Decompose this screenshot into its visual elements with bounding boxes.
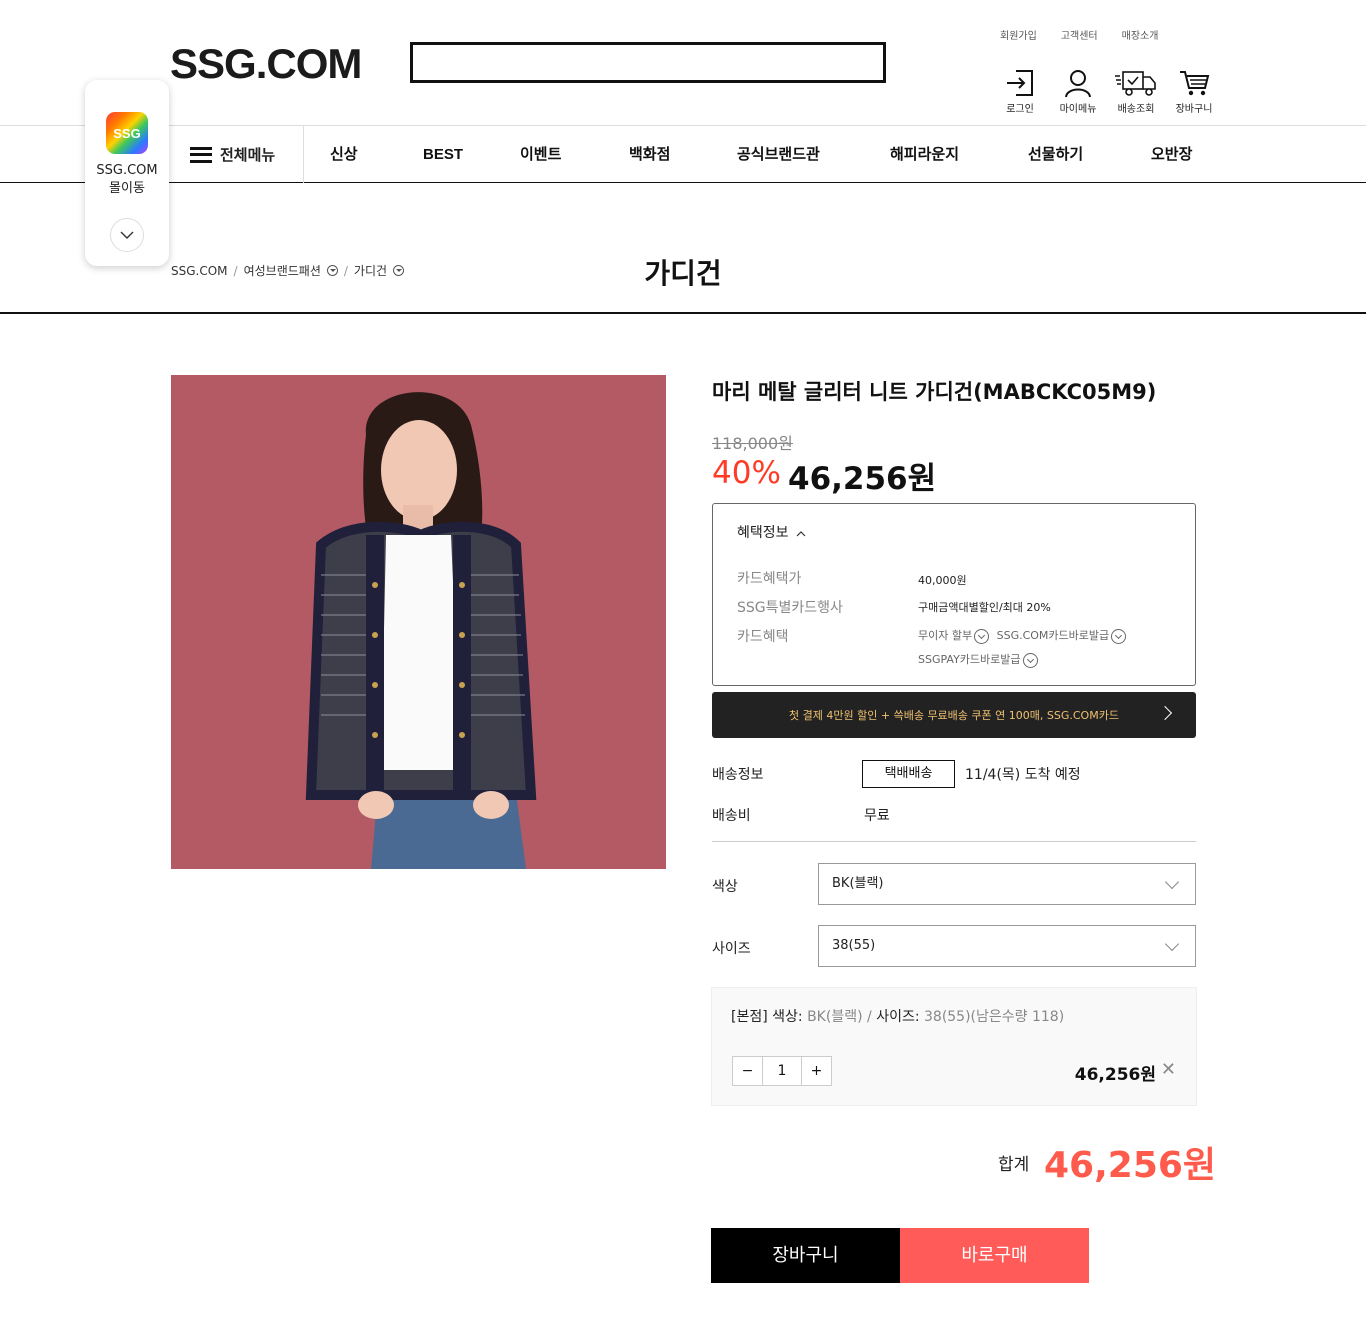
nav-item-gift[interactable]: 선물하기: [1028, 126, 1083, 183]
benefit-links-row2: SSGPAY카드바로발급: [918, 651, 1042, 668]
category-title: 가디건: [644, 257, 722, 290]
nav-item-happy-lounge[interactable]: 해피라운지: [890, 126, 959, 183]
benefit-toggle[interactable]: 혜택정보: [737, 522, 806, 542]
nav-item-obanjang[interactable]: 오반장: [1151, 126, 1192, 183]
benefit-label-card-price: 카드혜택가: [737, 571, 802, 587]
login-label: 로그인: [1006, 104, 1034, 115]
color-label: 색상: [712, 879, 738, 895]
nav-item-department[interactable]: 백화점: [629, 126, 670, 183]
benefit-value-ssg-card-event: 구매금액대별할인/최대 20%: [918, 601, 1051, 614]
benefit-label-ssg-card-event: SSG특별카드행사: [737, 600, 843, 616]
benefit-value-card-price: 40,000원: [918, 574, 967, 587]
selected-color-value: BK(블랙): [807, 1009, 863, 1025]
cart-button[interactable]: 장바구니: [1169, 68, 1219, 115]
chevron-down-icon[interactable]: [1111, 628, 1127, 644]
mymenu-button[interactable]: 마이메뉴: [1053, 68, 1103, 115]
shipping-label: 배송정보: [712, 767, 764, 783]
shipping-fee-label: 배송비: [712, 808, 751, 824]
chevron-down-icon: [1164, 936, 1180, 952]
divider: [0, 312, 1366, 314]
selected-option-panel: [본점] 색상: BK(블랙) / 사이즈: 38(55)(남은수량 118) …: [711, 987, 1197, 1106]
ssg-app-icon: SSG: [106, 112, 148, 154]
promo-text: 첫 결제 4만원 할인 + 쓱배송 무료배송 쿠폰 연 100매, SSG.CO…: [789, 709, 1119, 722]
benefit-label-card-benefit: 카드혜택: [737, 629, 789, 645]
cart-label: 장바구니: [1175, 104, 1213, 115]
delivery-track-button[interactable]: 배송조회: [1111, 68, 1161, 115]
divider: [712, 841, 1196, 842]
mall-switch-label-1: SSG.COM: [96, 163, 158, 178]
store-info-link[interactable]: 매장소개: [1122, 27, 1159, 42]
mall-switch-label: SSG.COM 몰이동: [96, 162, 157, 198]
mall-switch-label-2: 몰이동: [109, 181, 145, 196]
size-select-value: 38(55): [832, 938, 876, 953]
all-menu-button[interactable]: 전체메뉴: [190, 126, 304, 183]
selected-option-text: [본점] 색상: BK(블랙) / 사이즈: 38(55)(남은수량 118): [731, 1006, 1064, 1026]
selected-color-key: 색상:: [772, 1009, 803, 1025]
selected-price: 46,256원: [1074, 1065, 1156, 1085]
mall-switch-widget[interactable]: SSG SSG.COM 몰이동: [85, 80, 169, 266]
ssgpay-card-link[interactable]: SSGPAY카드바로발급: [918, 653, 1021, 666]
chevron-right-icon: [1157, 705, 1173, 721]
utility-icons: 로그인 마이메뉴 배송조회 장바구니: [995, 68, 1219, 115]
selected-size-key: 사이즈:: [876, 1009, 920, 1025]
delivery-truck-icon: [1115, 71, 1156, 96]
login-button[interactable]: 로그인: [995, 68, 1045, 115]
benefit-header: 혜택정보: [737, 525, 789, 541]
chevron-down-icon: [1164, 874, 1180, 890]
benefit-links-row1: 무이자 할부 SSG.COM카드바로발급: [918, 627, 1130, 644]
discount-rate: 40%: [712, 455, 781, 491]
color-select-value: BK(블랙): [832, 876, 884, 891]
qty-input[interactable]: 1: [762, 1057, 802, 1085]
size-select[interactable]: 38(55): [818, 925, 1196, 967]
site-logo[interactable]: SSG.COM: [170, 40, 362, 88]
add-to-cart-button[interactable]: 장바구니: [711, 1228, 900, 1283]
search-input[interactable]: [410, 42, 886, 83]
product-image[interactable]: [171, 375, 666, 869]
chevron-up-icon: [796, 531, 806, 537]
user-icon: [1065, 70, 1091, 98]
quantity-stepper: − 1 +: [732, 1056, 832, 1086]
utility-links: 회원가입 고객센터 매장소개: [1000, 27, 1158, 42]
signup-link[interactable]: 회원가입: [1000, 27, 1037, 42]
hamburger-icon: [190, 146, 212, 163]
benefit-panel: 혜택정보 카드혜택가 40,000원 SSG특별카드행사 구매금액대별할인/최대…: [712, 503, 1196, 686]
original-price: 118,000원: [712, 434, 793, 453]
mymenu-label: 마이메뉴: [1059, 104, 1097, 115]
main-nav: 전체메뉴 신상 BEST 이벤트 백화점 공식브랜드관 해피라운지 선물하기 오…: [0, 125, 1366, 183]
nav-item-new[interactable]: 신상: [330, 126, 358, 183]
total-price: 46,256원: [1044, 1145, 1217, 1186]
delivery-track-label: 배송조회: [1117, 104, 1155, 115]
total-label: 합계: [998, 1155, 1030, 1175]
nav-item-best[interactable]: BEST: [423, 126, 463, 183]
qty-plus-button[interactable]: +: [802, 1057, 831, 1085]
shipping-type-badge: 택배배송: [862, 760, 955, 788]
ssgcom-card-link[interactable]: SSG.COM카드바로발급: [997, 629, 1110, 642]
chevron-down-icon[interactable]: [974, 628, 990, 644]
all-menu-label: 전체메뉴: [220, 146, 276, 164]
sale-price: 46,256원: [788, 461, 937, 497]
chevron-down-icon[interactable]: [110, 218, 144, 252]
buy-now-button[interactable]: 바로구매: [900, 1228, 1089, 1283]
product-title: 마리 메탈 글리터 니트 가디건(MABCKC05M9): [712, 380, 1157, 404]
nav-item-official-brand[interactable]: 공식브랜드관: [737, 126, 820, 183]
qty-minus-button[interactable]: −: [733, 1057, 762, 1085]
card-promo-banner[interactable]: 첫 결제 4만원 할인 + 쓱배송 무료배송 쿠폰 연 100매, SSG.CO…: [712, 692, 1196, 738]
chevron-down-icon[interactable]: [1022, 652, 1038, 668]
nav-item-event[interactable]: 이벤트: [520, 126, 561, 183]
interest-free-link[interactable]: 무이자 할부: [918, 629, 972, 642]
shipping-fee: 무료: [864, 808, 890, 824]
size-label: 사이즈: [712, 941, 751, 957]
login-icon: [1007, 70, 1033, 96]
close-icon[interactable]: ✕: [1161, 1060, 1176, 1080]
selected-separator: /: [867, 1009, 872, 1025]
color-select[interactable]: BK(블랙): [818, 863, 1196, 905]
selected-store: [본점]: [731, 1009, 768, 1025]
shipping-date: 11/4(목) 도착 예정: [965, 767, 1081, 783]
selected-size-value: 38(55)(남은수량 118): [924, 1009, 1065, 1025]
cart-icon: [1180, 71, 1210, 96]
customer-center-link[interactable]: 고객센터: [1061, 27, 1098, 42]
